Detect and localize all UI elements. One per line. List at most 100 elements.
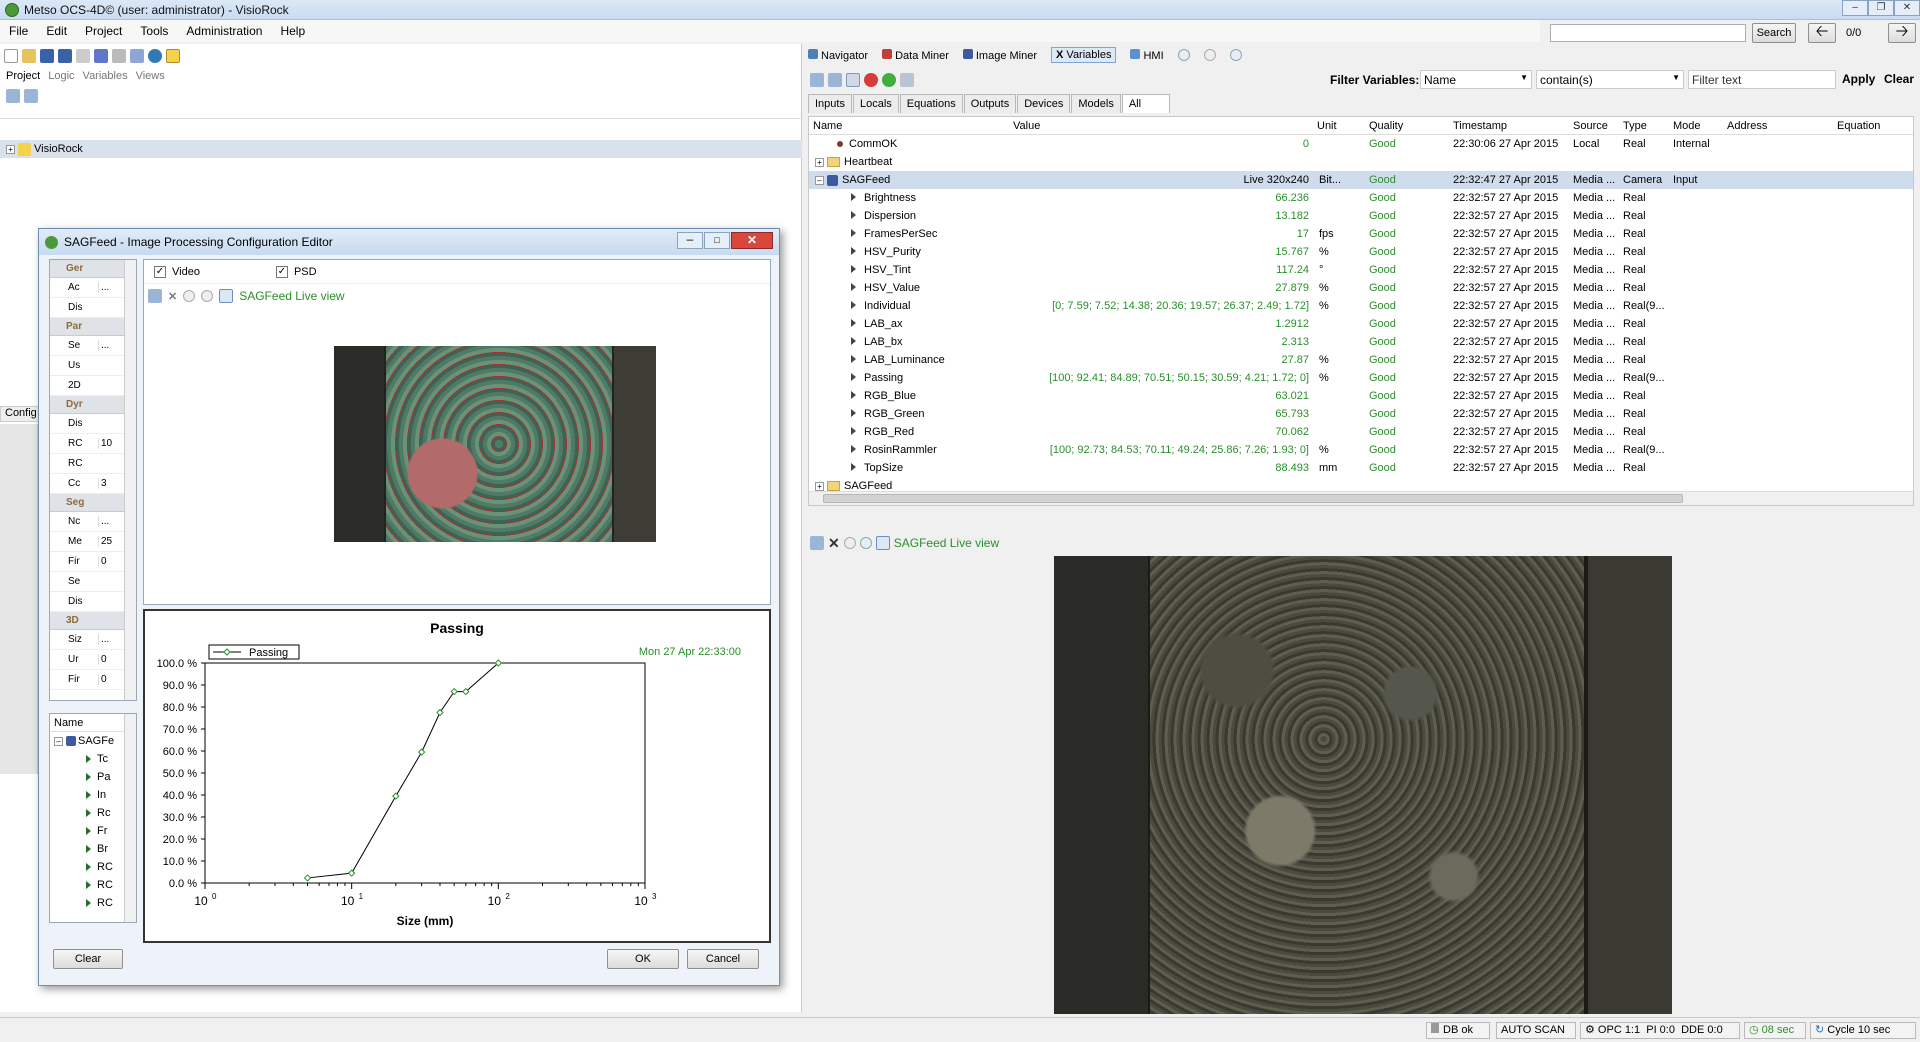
property-value[interactable]: ...	[98, 516, 120, 527]
col-timestamp[interactable]: Timestamp	[1453, 120, 1573, 132]
add-icon[interactable]	[882, 73, 896, 87]
expand-arrow-icon[interactable]	[851, 301, 856, 309]
tab-project[interactable]: Project	[6, 70, 41, 82]
pause-icon[interactable]	[112, 49, 126, 63]
tab-inputs[interactable]: Inputs	[808, 94, 852, 113]
expand-icon[interactable]: +	[815, 157, 824, 167]
expand-arrow-icon[interactable]	[851, 283, 856, 291]
play-icon[interactable]	[843, 537, 856, 549]
play-icon[interactable]	[76, 49, 90, 63]
table-row[interactable]: LAB_ax 1.2912 Good 22:32:57 27 Apr 2015 Medi…	[809, 315, 1913, 333]
property-value[interactable]: 0	[98, 556, 120, 567]
expand-arrow-icon[interactable]	[86, 827, 91, 835]
property-value[interactable]: 0	[98, 654, 120, 665]
expand-arrow-icon[interactable]	[86, 809, 91, 817]
tab-all[interactable]: All	[1121, 94, 1171, 113]
expand-arrow-icon[interactable]	[851, 211, 856, 219]
search-prev-icon[interactable]: 🡠	[1808, 23, 1836, 43]
table-row[interactable]: Brightness 66.236 Good 22:32:57 27 Apr 2015…	[809, 189, 1913, 207]
menu-help[interactable]: Help	[271, 24, 314, 38]
table-row[interactable]: Individual [0; 7.59; 7.52; 14.38; 20.36; …	[809, 297, 1913, 315]
tab-variables[interactable]: Variables	[83, 70, 128, 82]
tab-devices[interactable]: Devices	[1017, 94, 1071, 113]
col-type[interactable]: Type	[1623, 120, 1673, 132]
dialog-close-button[interactable]: ✕	[731, 232, 773, 249]
table-row[interactable]: HSV_Value 27.879% Good 22:32:57 27 Apr 2015…	[809, 279, 1913, 297]
col-source[interactable]: Source	[1573, 120, 1623, 132]
dialog-minimize-button[interactable]: –	[677, 232, 703, 249]
snapshot-icon[interactable]	[810, 536, 824, 550]
tree-view-icon[interactable]	[846, 73, 860, 87]
expand-arrow-icon[interactable]	[851, 409, 856, 417]
scrollbar-thumb[interactable]	[823, 494, 1683, 503]
save-all-icon[interactable]	[58, 49, 72, 63]
table-row[interactable]: RGB_Red 70.062 Good 22:32:57 27 Apr 2015 Med…	[809, 423, 1913, 441]
config-tab[interactable]: Config	[0, 406, 40, 422]
table-row[interactable]: RGB_Blue 63.021 Good 22:32:57 27 Apr 2015 Me…	[809, 387, 1913, 405]
table-row[interactable]: Passing [100; 92.41; 84.89; 70.51; 50.15;…	[809, 369, 1913, 387]
col-name[interactable]: Name	[809, 120, 1013, 132]
filter-operator-select[interactable]: contain(s) ▼	[1536, 70, 1684, 89]
property-value[interactable]: 0	[98, 674, 120, 685]
minimize-button[interactable]: –	[1842, 0, 1868, 16]
col-equation[interactable]: Equation	[1837, 120, 1907, 132]
remove-icon[interactable]	[864, 73, 878, 87]
collapse-all-icon[interactable]	[828, 73, 842, 87]
expand-arrow-icon[interactable]	[86, 845, 91, 853]
expand-arrow-icon[interactable]	[851, 247, 856, 255]
restore-button[interactable]: ❐	[1868, 0, 1894, 16]
expand-arrow-icon[interactable]	[851, 445, 856, 453]
tab-hmi[interactable]: HMI	[1130, 48, 1164, 62]
menu-file[interactable]: File	[0, 24, 37, 38]
filter-clear-button[interactable]: Clear	[1884, 72, 1914, 86]
refresh-icon[interactable]	[219, 289, 234, 303]
expand-arrow-icon[interactable]	[86, 791, 91, 799]
table-row[interactable]: FramesPerSec 17 fps Good 22:32:57 27 Apr 201…	[809, 225, 1913, 243]
visiorock-icon[interactable]	[166, 49, 180, 63]
table-row[interactable]: – SAGFeed Live 320x240 Bit... Good 22:32:47 2…	[809, 171, 1913, 189]
property-value[interactable]: 10	[98, 438, 120, 449]
menu-administration[interactable]: Administration	[177, 24, 271, 38]
property-value[interactable]: 3	[98, 478, 120, 489]
collapse-all-icon[interactable]	[24, 89, 38, 103]
property-scrollbar[interactable]	[124, 260, 136, 700]
tab-outputs[interactable]: Outputs	[963, 94, 1017, 113]
tab-equations[interactable]: Equations	[899, 94, 963, 113]
clear-button[interactable]: Clear	[53, 949, 123, 969]
tab-data-miner[interactable]: Data Miner	[882, 48, 949, 62]
menu-tools[interactable]: Tools	[131, 24, 177, 38]
expand-arrow-icon[interactable]	[851, 337, 856, 345]
new-icon[interactable]	[4, 49, 18, 63]
menu-project[interactable]: Project	[76, 24, 131, 38]
col-address[interactable]: Address	[1727, 120, 1837, 132]
expand-icon[interactable]: +	[815, 481, 824, 491]
col-mode[interactable]: Mode	[1673, 120, 1727, 132]
table-row[interactable]: HSV_Purity 15.767% Good 22:32:57 27 Apr 201…	[809, 243, 1913, 261]
table-row[interactable]: LAB_bx 2.313 Good 22:32:57 27 Apr 2015 Media…	[809, 333, 1913, 351]
expand-arrow-icon[interactable]	[86, 863, 91, 871]
psd-checkbox[interactable]: ✓	[275, 265, 288, 278]
expand-arrow-icon[interactable]	[851, 427, 856, 435]
expand-arrow-icon[interactable]	[851, 391, 856, 399]
play-icon[interactable]	[183, 290, 196, 302]
expand-arrow-icon[interactable]	[851, 463, 856, 471]
tab-views[interactable]: Views	[136, 70, 165, 82]
open-icon[interactable]	[22, 49, 36, 63]
expand-arrow-icon[interactable]	[851, 373, 856, 381]
property-value[interactable]: ...	[98, 340, 120, 351]
close-button[interactable]: ✕	[1894, 0, 1920, 16]
prev-icon[interactable]	[1177, 49, 1190, 61]
tab-image-miner[interactable]: Image Miner	[962, 48, 1037, 62]
table-row[interactable]: RGB_Green 65.793 Good 22:32:57 27 Apr 2015 M…	[809, 405, 1913, 423]
expand-all-icon[interactable]	[810, 73, 824, 87]
menu-edit[interactable]: Edit	[37, 24, 76, 38]
table-row[interactable]: + Heartbeat	[809, 153, 1913, 171]
tree-scrollbar[interactable]	[124, 714, 136, 922]
pause-icon[interactable]	[1229, 49, 1242, 61]
globe-icon[interactable]	[148, 49, 162, 63]
table-row[interactable]: TopSize 88.493 mm Good 22:32:57 27 Apr 2015 M…	[809, 459, 1913, 477]
search-button[interactable]: Search	[1752, 23, 1796, 43]
cancel-button[interactable]: Cancel	[687, 949, 759, 969]
table-row[interactable]: LAB_Luminance 27.87% Good 22:32:57 27 Apr 2…	[809, 351, 1913, 369]
play-icon[interactable]	[1203, 49, 1216, 61]
